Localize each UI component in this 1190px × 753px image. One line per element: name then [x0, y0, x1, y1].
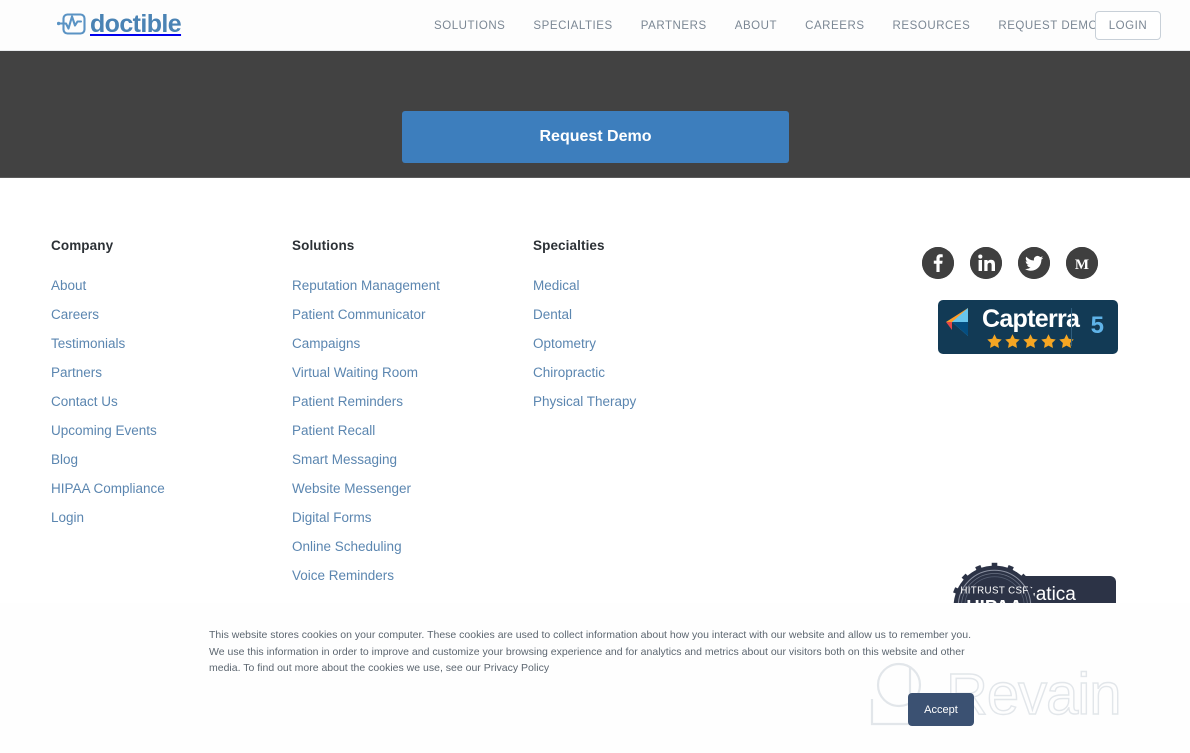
page-root: doctible SOLUTIONS SPECIALTIES PARTNERS … [0, 0, 1190, 753]
footer-link-digital-forms[interactable]: Digital Forms [292, 503, 440, 532]
linkedin-icon[interactable] [970, 247, 1002, 279]
capterra-divider [1071, 308, 1072, 346]
twitter-icon[interactable] [1018, 247, 1050, 279]
footer-link-patient-recall[interactable]: Patient Recall [292, 416, 440, 445]
footer-link-testimonials[interactable]: Testimonials [51, 329, 165, 358]
nav-item-resources[interactable]: RESOURCES [879, 20, 985, 32]
footer-link-dental[interactable]: Dental [533, 300, 636, 329]
footer-link-patient-reminders[interactable]: Patient Reminders [292, 387, 440, 416]
footer-link-virtual-waiting-room[interactable]: Virtual Waiting Room [292, 358, 440, 387]
capterra-badge[interactable]: Capterra 5 [938, 300, 1118, 354]
footer-link-optometry[interactable]: Optometry [533, 329, 636, 358]
nav-item-careers[interactable]: CAREERS [791, 20, 878, 32]
logo-wordmark: doctible [90, 10, 182, 38]
social-links: M [922, 247, 1098, 279]
login-button[interactable]: LOGIN [1095, 11, 1161, 40]
footer-column-specialties: Specialties Medical Dental Optometry Chi… [533, 238, 636, 416]
footer-link-partners[interactable]: Partners [51, 358, 165, 387]
footer-link-upcoming-events[interactable]: Upcoming Events [51, 416, 165, 445]
footer-link-campaigns[interactable]: Campaigns [292, 329, 440, 358]
footer-column-title: Company [51, 238, 114, 253]
svg-text:M: M [1075, 257, 1089, 273]
site-logo[interactable]: doctible [57, 10, 182, 38]
cookie-consent-banner: This website stores cookies on your comp… [0, 603, 1190, 753]
svg-text:HITRUST CSF: HITRUST CSF [960, 585, 1028, 596]
footer-link-website-messenger[interactable]: Website Messenger [292, 474, 440, 503]
cookie-consent-text: This website stores cookies on your comp… [209, 629, 972, 674]
footer-link-about[interactable]: About [51, 271, 165, 300]
footer-link-online-scheduling[interactable]: Online Scheduling [292, 532, 440, 561]
nav-item-request-demo[interactable]: REQUEST DEMO [984, 20, 1112, 32]
footer-link-physical-therapy[interactable]: Physical Therapy [533, 387, 636, 416]
facebook-icon[interactable] [922, 247, 954, 279]
footer-link-chiropractic[interactable]: Chiropractic [533, 358, 636, 387]
nav-item-partners[interactable]: PARTNERS [627, 20, 721, 32]
footer-link-medical[interactable]: Medical [533, 271, 636, 300]
footer-link-blog[interactable]: Blog [51, 445, 165, 474]
footer-link-smart-messaging[interactable]: Smart Messaging [292, 445, 440, 474]
hero-dark-band: Request Demo [0, 51, 1190, 178]
footer-link-careers[interactable]: Careers [51, 300, 165, 329]
footer-link-login[interactable]: Login [51, 503, 165, 532]
footer-column-company: Company About Careers Testimonials Partn… [51, 238, 165, 532]
capterra-rating-value: 5 [1090, 312, 1104, 339]
medium-icon[interactable]: M [1066, 247, 1098, 279]
capterra-stars [986, 333, 1075, 350]
footer-link-hipaa-compliance[interactable]: HIPAA Compliance [51, 474, 165, 503]
main-navigation: SOLUTIONS SPECIALTIES PARTNERS ABOUT CAR… [420, 0, 1112, 51]
footer-link-reputation-management[interactable]: Reputation Management [292, 271, 440, 300]
site-footer: Company About Careers Testimonials Partn… [0, 178, 1190, 753]
site-header: doctible SOLUTIONS SPECIALTIES PARTNERS … [0, 0, 1190, 51]
footer-column-title: Solutions [292, 238, 355, 253]
footer-column-title: Specialties [533, 238, 605, 253]
request-demo-button[interactable]: Request Demo [402, 111, 789, 163]
footer-link-voice-reminders[interactable]: Voice Reminders [292, 561, 440, 590]
footer-link-contact-us[interactable]: Contact Us [51, 387, 165, 416]
footer-link-patient-communicator[interactable]: Patient Communicator [292, 300, 440, 329]
nav-item-specialties[interactable]: SPECIALTIES [519, 20, 626, 32]
cookie-accept-button[interactable]: Accept [908, 693, 974, 726]
nav-item-about[interactable]: ABOUT [721, 20, 791, 32]
capterra-wordmark: Capterra [982, 305, 1080, 333]
nav-item-solutions[interactable]: SOLUTIONS [420, 20, 519, 32]
pulse-heartbeat-icon [57, 11, 87, 37]
footer-column-solutions: Solutions Reputation Management Patient … [292, 238, 440, 590]
